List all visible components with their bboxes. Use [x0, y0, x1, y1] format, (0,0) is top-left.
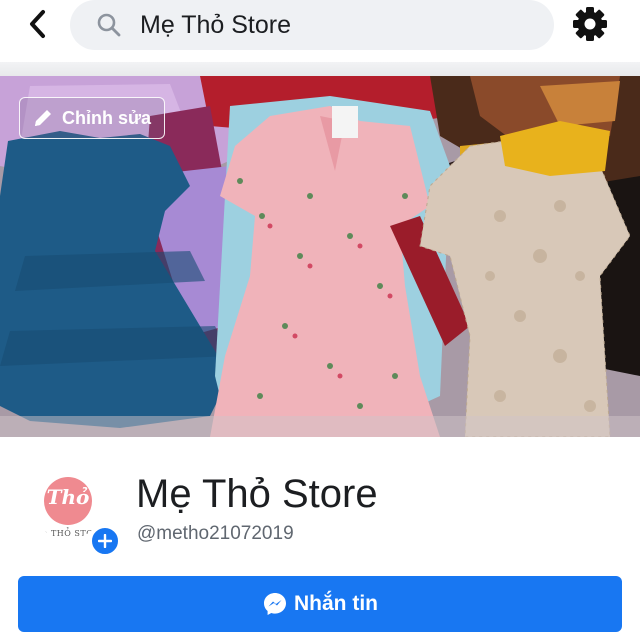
pencil-icon: [35, 110, 51, 126]
edit-cover-label: Chỉnh sửa: [62, 107, 152, 128]
plus-icon: [98, 534, 112, 548]
message-label: Nhắn tin: [294, 592, 378, 615]
top-bar: Mẹ Thỏ Store: [0, 0, 640, 50]
messenger-icon: [264, 593, 286, 615]
avatar-logo-text: Thỏ: [46, 485, 90, 509]
search-input[interactable]: Mẹ Thỏ Store: [140, 10, 291, 40]
message-button[interactable]: Nhắn tin: [18, 576, 622, 632]
avatar[interactable]: Thỏ Mẹ THỎ STORE: [30, 463, 106, 539]
chevron-left-icon: [30, 10, 45, 38]
add-avatar-button[interactable]: [90, 526, 120, 556]
search-icon: [97, 13, 121, 37]
search-bar[interactable]: Mẹ Thỏ Store: [70, 0, 554, 50]
edit-cover-button[interactable]: Chỉnh sửa: [19, 97, 165, 139]
settings-button[interactable]: [570, 4, 610, 44]
gear-icon: [573, 7, 607, 41]
page-title: Mẹ Thỏ Store: [136, 472, 378, 516]
page-handle: @metho21072019: [137, 523, 294, 544]
header-divider: [0, 62, 640, 76]
back-button[interactable]: [22, 8, 54, 40]
